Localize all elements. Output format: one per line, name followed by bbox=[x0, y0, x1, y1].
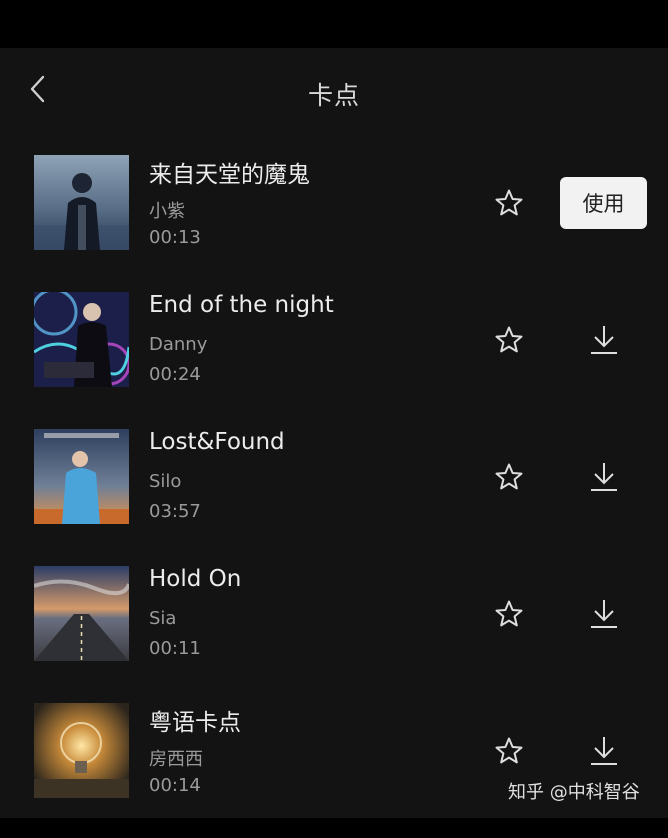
song-row[interactable]: 来自天堂的魔鬼 小紫 00:13 使用 bbox=[0, 153, 668, 290]
song-title: Lost&Found bbox=[149, 429, 285, 455]
header: 卡点 bbox=[0, 48, 668, 136]
song-row[interactable]: 粤语卡点 房西西 00:14 bbox=[0, 701, 668, 838]
star-icon bbox=[495, 326, 523, 353]
favorite-button[interactable] bbox=[490, 459, 528, 495]
album-cover bbox=[34, 292, 129, 387]
use-button[interactable]: 使用 bbox=[560, 177, 647, 229]
song-title: 来自天堂的魔鬼 bbox=[149, 162, 310, 188]
song-duration: 00:14 bbox=[149, 775, 201, 796]
download-button[interactable] bbox=[584, 594, 624, 634]
star-icon bbox=[495, 189, 523, 216]
favorite-button[interactable] bbox=[490, 733, 528, 769]
star-icon bbox=[495, 463, 523, 490]
song-row[interactable]: Lost&Found Silo 03:57 bbox=[0, 427, 668, 564]
album-cover bbox=[34, 703, 129, 798]
song-row[interactable]: Hold On Sia 00:11 bbox=[0, 564, 668, 701]
song-artist: 房西西 bbox=[149, 749, 203, 770]
page-title: 卡点 bbox=[307, 81, 360, 110]
song-row[interactable]: End of the night Danny 00:24 bbox=[0, 290, 668, 427]
favorite-button[interactable] bbox=[490, 596, 528, 632]
song-duration: 00:11 bbox=[149, 638, 201, 659]
song-duration: 00:24 bbox=[149, 364, 201, 385]
song-duration: 00:13 bbox=[149, 227, 201, 248]
album-cover bbox=[34, 155, 129, 250]
download-icon bbox=[591, 600, 617, 628]
download-icon bbox=[591, 463, 617, 491]
song-artist: Danny bbox=[149, 334, 208, 355]
favorite-button[interactable] bbox=[490, 185, 528, 221]
song-title: End of the night bbox=[149, 292, 334, 318]
album-cover bbox=[34, 429, 129, 524]
screen: 卡点 来自天堂的魔鬼 小紫 00:13 使用 End of the night … bbox=[0, 48, 668, 818]
download-icon bbox=[591, 326, 617, 354]
download-icon bbox=[591, 737, 617, 765]
song-title: 粤语卡点 bbox=[149, 710, 241, 736]
download-button[interactable] bbox=[584, 320, 624, 360]
download-button[interactable] bbox=[584, 731, 624, 771]
album-cover bbox=[34, 566, 129, 661]
star-icon bbox=[495, 600, 523, 627]
song-duration: 03:57 bbox=[149, 501, 201, 522]
star-icon bbox=[495, 737, 523, 764]
song-artist: 小紫 bbox=[149, 201, 185, 222]
watermark: 知乎 @中科智谷 bbox=[508, 782, 640, 803]
status-bar bbox=[0, 0, 668, 48]
favorite-button[interactable] bbox=[490, 322, 528, 358]
song-artist: Sia bbox=[149, 608, 177, 629]
download-button[interactable] bbox=[584, 457, 624, 497]
song-title: Hold On bbox=[149, 566, 242, 592]
song-artist: Silo bbox=[149, 471, 182, 492]
